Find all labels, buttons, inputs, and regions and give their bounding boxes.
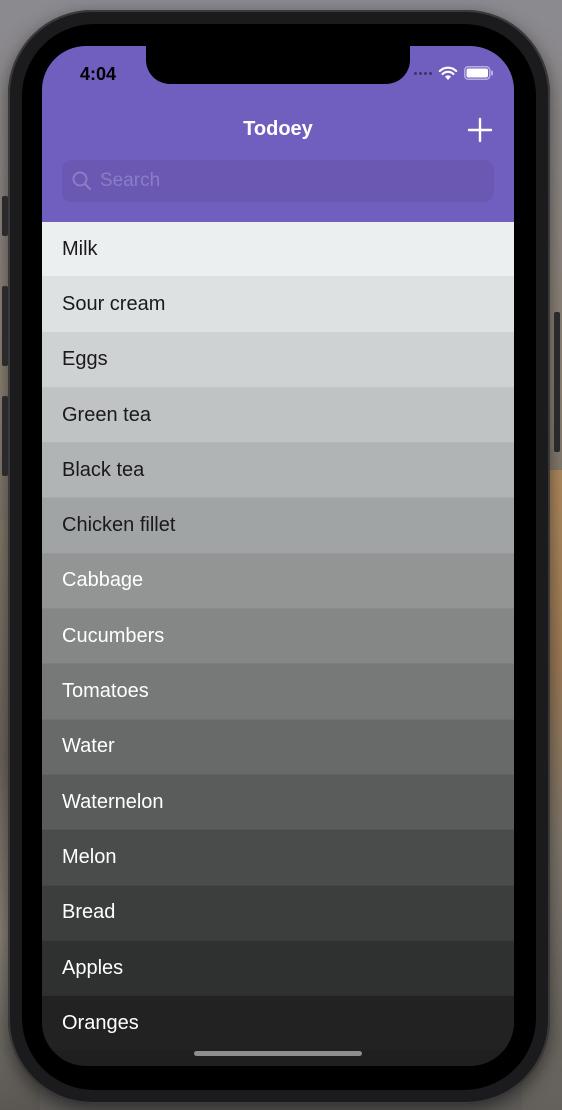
list-item-label: Green tea [62,403,151,426]
plus-icon [467,117,493,143]
mute-switch [2,196,8,236]
list-item[interactable]: Apples [42,940,514,997]
list-item[interactable]: Melon [42,830,514,886]
list-item[interactable]: Bread [42,885,514,941]
list-item-label: Tomatoes [62,680,149,703]
power-button [554,312,560,452]
list-item-label: Apples [62,956,124,979]
search-bar[interactable] [62,160,494,202]
search-icon [72,171,92,191]
list-item-label: Chicken fillet [62,514,176,537]
list-item[interactable]: Waternelon [42,774,514,831]
navigation-header: 4:04 Todoey [42,46,514,222]
list-item[interactable]: Water [42,719,514,775]
list-item[interactable]: Cabbage [42,553,514,610]
list-item-label: Black tea [62,458,145,481]
list-item-label: Eggs [62,348,108,371]
list-item-label: Milk [62,237,98,260]
list-item[interactable]: Oranges [42,996,514,1052]
status-icons [414,66,494,80]
screen: 4:04 Todoey Search Milk Sour cream Eggs … [42,46,514,1066]
list-item-label: Water [62,735,115,758]
list-item[interactable]: Green tea [42,387,514,444]
list-item-label: Cucumbers [62,624,165,647]
page-title: Todoey [243,118,313,140]
list-item-label: Waternelon [62,790,164,813]
list-item[interactable]: Tomatoes [42,664,514,720]
cellular-signal-icon [414,71,432,75]
list-item-label: Melon [62,845,117,868]
list-item[interactable]: Chicken fillet [42,498,514,554]
list-item[interactable]: Sour cream [42,277,514,333]
status-time: 4:04 [80,64,117,84]
list-item-label: Bread [62,901,116,924]
home-indicator[interactable] [194,1051,362,1056]
list-item[interactable]: Eggs [42,332,514,388]
notch [146,46,410,84]
list-item[interactable]: Cucumbers [42,609,514,665]
search-input[interactable] [100,170,480,192]
volume-up-button [2,286,8,366]
list-item-label: Sour cream [62,292,166,315]
list-item[interactable]: Milk [42,222,514,278]
todo-list: Milk Sour cream Eggs Green tea Black tea Chic… [42,222,514,1052]
add-item-button[interactable] [466,116,494,144]
volume-down-button [2,396,8,476]
list-item-label: Cabbage [62,569,144,592]
battery-icon [464,66,494,80]
wifi-icon [438,66,458,81]
list-item-label: Oranges [62,1011,139,1034]
list-item[interactable]: Black tea [42,443,514,499]
